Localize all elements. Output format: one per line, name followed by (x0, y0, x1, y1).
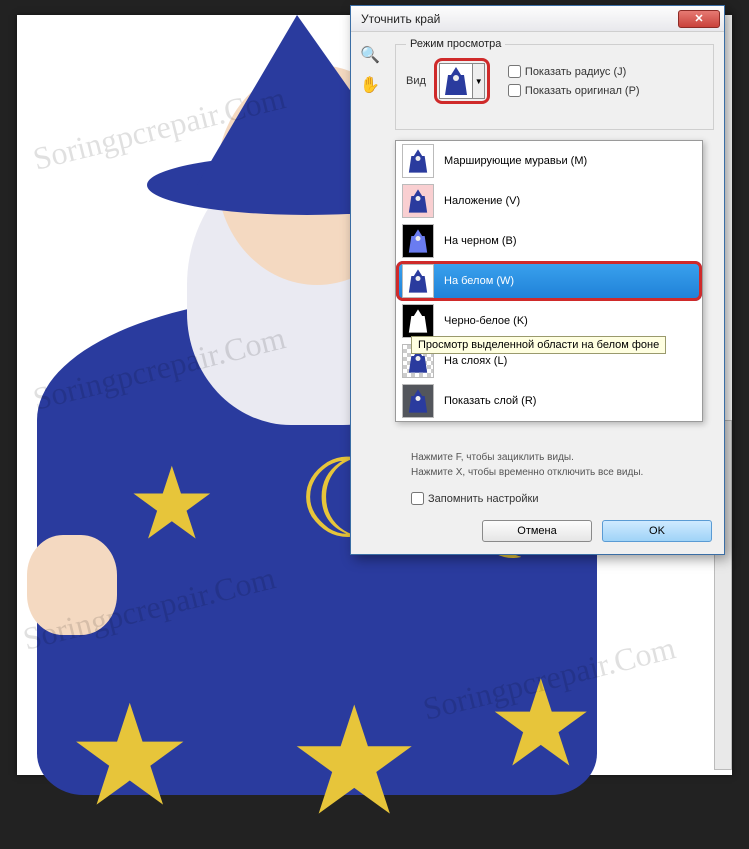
view-option-reveal-layer[interactable]: Показать слой (R) (396, 381, 702, 421)
close-icon: ✕ (694, 12, 703, 25)
wizard-thumb-icon (408, 189, 428, 213)
wizard-thumb-icon (444, 67, 468, 95)
cancel-button[interactable]: Отмена (482, 520, 592, 542)
show-original-checkbox[interactable]: Показать оригинал (P) (508, 84, 640, 97)
view-option-black-white[interactable]: Черно-белое (K) (396, 301, 702, 341)
dialog-title: Уточнить край (361, 12, 678, 26)
view-mode-legend: Режим просмотра (406, 38, 505, 50)
ok-button[interactable]: OK (602, 520, 712, 542)
hint-disable: Нажмите X, чтобы временно отключить все … (411, 465, 643, 480)
wizard-thumb-icon (408, 389, 428, 413)
remember-settings-checkbox[interactable]: Запомнить настройки (411, 492, 539, 505)
view-label: Вид (406, 75, 426, 87)
zoom-tool-icon[interactable]: 🔍 (359, 44, 381, 66)
view-option-label: Наложение (V) (444, 195, 520, 207)
hint-cycle: Нажмите F, чтобы зациклить виды. (411, 450, 643, 465)
view-option-label: Марширующие муравьи (M) (444, 155, 587, 167)
show-original-input[interactable] (508, 84, 521, 97)
view-option-label: На слоях (L) (444, 355, 507, 367)
refine-edge-dialog: Уточнить край ✕ 🔍 ✋ Режим просмотра Вид … (350, 5, 725, 555)
wizard-thumb-icon (408, 269, 428, 293)
view-option-on-black[interactable]: На черном (B) (396, 221, 702, 261)
tooltip: Просмотр выделенной области на белом фон… (411, 336, 666, 354)
show-radius-input[interactable] (508, 65, 521, 78)
cycle-hints: Нажмите F, чтобы зациклить виды. Нажмите… (411, 450, 643, 480)
close-button[interactable]: ✕ (678, 10, 720, 28)
view-option-on-white[interactable]: На белом (W) (396, 261, 702, 301)
wizard-thumb-icon (408, 309, 428, 333)
view-option-label: Черно-белое (K) (444, 315, 528, 327)
view-dropdown-arrow[interactable]: ▼ (473, 63, 485, 99)
show-radius-label: Показать радиус (J) (525, 66, 626, 78)
view-preview-thumb[interactable] (439, 63, 473, 99)
wizard-thumb-icon (408, 229, 428, 253)
view-option-label: На белом (W) (444, 275, 514, 287)
titlebar[interactable]: Уточнить край ✕ (351, 6, 724, 32)
cancel-button-label: Отмена (517, 525, 556, 537)
view-mode-fieldset: Режим просмотра Вид ▼ Показать радиус (J… (395, 38, 714, 130)
view-mode-dropdown: Марширующие муравьи (M) Наложение (V) На… (395, 140, 703, 422)
ok-button-label: OK (649, 525, 665, 537)
wizard-thumb-icon (408, 149, 428, 173)
show-radius-checkbox[interactable]: Показать радиус (J) (508, 65, 640, 78)
remember-settings-label: Запомнить настройки (428, 493, 539, 505)
show-original-label: Показать оригинал (P) (525, 85, 640, 97)
hand-tool-icon[interactable]: ✋ (359, 74, 381, 96)
view-option-overlay[interactable]: Наложение (V) (396, 181, 702, 221)
callout-view-preview: ▼ (434, 58, 490, 104)
view-option-label: Показать слой (R) (444, 395, 536, 407)
view-option-marching-ants[interactable]: Марширующие муравьи (M) (396, 141, 702, 181)
view-option-label: На черном (B) (444, 235, 517, 247)
remember-settings-input[interactable] (411, 492, 424, 505)
